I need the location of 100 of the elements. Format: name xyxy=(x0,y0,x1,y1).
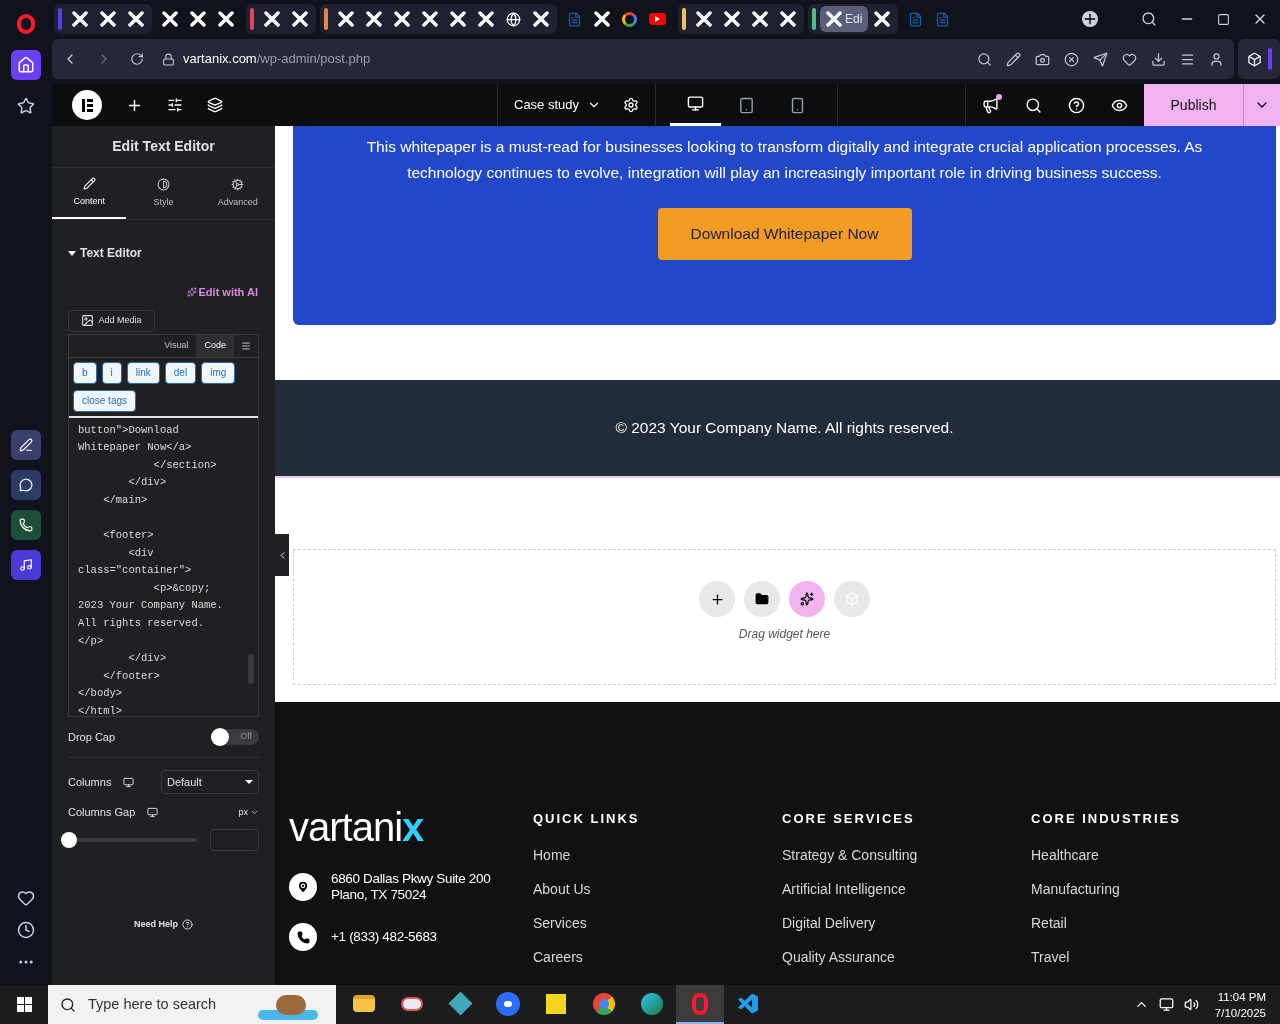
footer-link[interactable]: Quality Assurance xyxy=(782,947,1031,967)
volume-icon[interactable] xyxy=(1183,997,1199,1012)
edit-icon[interactable] xyxy=(1006,51,1021,67)
tab-group-marker[interactable] xyxy=(682,8,686,30)
slider-thumb[interactable] xyxy=(61,831,77,848)
pencil-icon xyxy=(82,176,96,190)
quicktag-button[interactable]: del xyxy=(164,361,197,384)
footer-link[interactable]: Services xyxy=(533,913,782,933)
ai-button[interactable] xyxy=(789,581,825,617)
footer-logo[interactable]: vartanix xyxy=(289,807,533,847)
taskbar-search-field[interactable]: Type here to search xyxy=(48,985,336,1024)
help-icon[interactable] xyxy=(1068,96,1085,114)
browser-tab[interactable]: Edi xyxy=(820,6,869,32)
menu-icon[interactable] xyxy=(1180,51,1195,67)
need-help-link[interactable]: Need Help xyxy=(134,917,193,931)
extension-button[interactable] xyxy=(1238,39,1280,79)
zoom-icon[interactable] xyxy=(977,51,992,67)
cross-logo-icon xyxy=(218,11,234,27)
megaphone-icon[interactable] xyxy=(982,96,999,114)
settings-icon[interactable] xyxy=(623,97,640,113)
camera-icon[interactable] xyxy=(1035,51,1050,67)
restore-icon[interactable] xyxy=(1217,12,1230,26)
opera-logo-icon[interactable] xyxy=(676,985,724,1024)
footer-link[interactable]: Retail xyxy=(1031,913,1280,933)
sparkle-icon xyxy=(800,592,814,606)
footer-heading: CORE SERVICES xyxy=(782,810,916,828)
url-text[interactable]: vartanix.com/wp-admin/post.php xyxy=(183,49,371,69)
tab-group-marker[interactable] xyxy=(812,8,816,30)
section-toggle[interactable]: Text Editor xyxy=(68,244,275,262)
slider-track[interactable] xyxy=(61,831,197,848)
editor-mode-tab[interactable]: Code xyxy=(196,334,234,357)
gap-input-field[interactable] xyxy=(210,828,259,851)
clock-date[interactable]: 7/10/2025 xyxy=(1214,1004,1266,1021)
cross-logo-icon xyxy=(72,11,88,27)
image-icon xyxy=(81,314,95,327)
search-icon[interactable] xyxy=(1141,11,1157,27)
tab-group-marker[interactable] xyxy=(250,8,254,30)
location-icon xyxy=(289,873,317,901)
quicktag-button[interactable]: link xyxy=(126,361,160,384)
page-title-dropdown[interactable]: Case study xyxy=(514,95,602,115)
quicktag-button[interactable]: close tags xyxy=(73,389,137,412)
monitor-icon[interactable] xyxy=(147,806,159,818)
publish-button[interactable]: Publish xyxy=(1144,84,1243,126)
elementor-logo-icon[interactable] xyxy=(72,90,102,120)
footer-link[interactable]: Careers xyxy=(533,947,782,967)
footer-link[interactable]: About Us xyxy=(533,879,782,899)
footer-link[interactable]: Artificial Intelligence xyxy=(782,879,1031,899)
cross-logo-icon xyxy=(366,11,382,27)
quicktag-button[interactable]: b xyxy=(73,361,97,384)
settings-sliders-icon[interactable] xyxy=(167,97,183,113)
cross-logo-icon xyxy=(696,11,712,27)
cross-logo-icon xyxy=(752,11,768,27)
search-icon xyxy=(60,996,76,1013)
reload-icon[interactable] xyxy=(130,52,144,66)
layers-icon[interactable] xyxy=(207,97,223,113)
history-icon[interactable] xyxy=(17,921,35,939)
footer-link[interactable]: Strategy & Consulting xyxy=(782,845,1031,865)
sparkle-icon xyxy=(186,287,197,298)
footer-link[interactable]: Home xyxy=(533,845,782,865)
quicktag-button[interactable]: img xyxy=(201,361,236,384)
tab-group-marker[interactable] xyxy=(324,8,328,30)
lock-icon xyxy=(162,52,175,66)
pen-icon[interactable] xyxy=(11,430,41,460)
home-icon[interactable] xyxy=(11,50,41,80)
editor-mode-tab[interactable]: Visual xyxy=(156,334,197,357)
network-icon[interactable] xyxy=(1158,997,1174,1012)
scrollbar-thumb[interactable] xyxy=(248,653,254,684)
heart-icon[interactable] xyxy=(17,889,35,907)
quicktag-button[interactable]: i xyxy=(101,361,122,384)
clock-time[interactable]: 11:04 PM xyxy=(1217,988,1266,1005)
panel-tab[interactable]: Advanced xyxy=(200,168,275,219)
footer-link[interactable]: Digital Delivery xyxy=(782,913,1031,933)
download-button[interactable]: Download Whitepaper Now xyxy=(657,208,912,260)
footer-link[interactable]: Manufacturing xyxy=(1031,879,1280,899)
document-icon xyxy=(567,11,582,27)
footer-heading: QUICK LINKS xyxy=(533,810,641,828)
monitor-icon[interactable] xyxy=(123,776,135,788)
columns-select[interactable]: Default xyxy=(161,770,259,794)
panel-tab[interactable]: Style xyxy=(126,168,201,219)
search-icon[interactable] xyxy=(1025,96,1042,114)
headphones-icon[interactable] xyxy=(11,550,41,580)
drop-zone-hint: Drag widget here xyxy=(738,626,831,643)
add-media-button[interactable]: Add Media xyxy=(68,309,155,332)
unit-select[interactable]: px xyxy=(238,805,259,819)
phone-text[interactable]: +1 (833) 482-5683 xyxy=(331,926,437,948)
tab-group-marker[interactable] xyxy=(58,8,62,30)
template-button[interactable] xyxy=(744,581,780,617)
footer-link[interactable]: Healthcare xyxy=(1031,845,1280,865)
heart-icon[interactable] xyxy=(1122,51,1137,67)
footer-link[interactable]: Travel xyxy=(1031,947,1280,967)
block-icon[interactable] xyxy=(1064,51,1079,67)
download-icon[interactable] xyxy=(1151,51,1166,67)
panel-tab[interactable]: Content xyxy=(52,168,127,219)
drop-zone[interactable]: Drag widget here xyxy=(293,549,1276,685)
edit-with-ai-link[interactable]: Edit with AI xyxy=(186,284,258,301)
code-text[interactable]: button">Download Whitepaper Now</a> </section> </div> </main> <footer> <div class="container"> <p>&copy; 2023 Your Company Name. All rights reserved. </p> </div> </footer> </body> </html> xyxy=(78,421,258,721)
profile-icon[interactable] xyxy=(1209,51,1224,67)
address-bar[interactable]: vartanix.com/wp-admin/post.php xyxy=(52,39,1234,79)
new-tab-icon[interactable] xyxy=(1082,11,1098,27)
send-icon[interactable] xyxy=(1093,51,1108,67)
